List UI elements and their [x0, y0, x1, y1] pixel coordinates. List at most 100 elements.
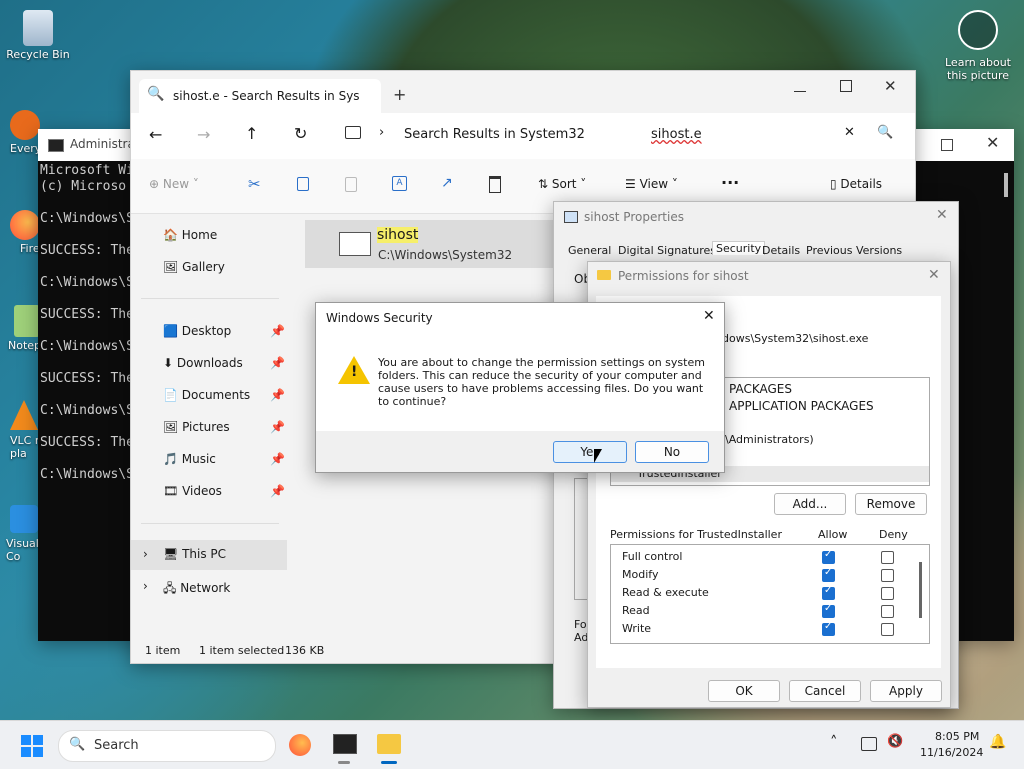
share-icon[interactable]: ↗ — [441, 175, 453, 191]
security-dialog[interactable]: Windows Security ✕ ! You are about to ch… — [315, 302, 725, 473]
allow-checkbox[interactable] — [822, 567, 835, 582]
nav-item-network[interactable]: › 🖧 Network — [131, 572, 287, 602]
nav-item-downloads[interactable]: ⬇ Downloads 📌 — [163, 356, 285, 370]
new-button[interactable]: ⊕ New ˅ — [149, 177, 199, 191]
network-icon[interactable] — [861, 737, 877, 751]
explorer-taskbar-icon[interactable] — [377, 734, 401, 754]
clock-date[interactable]: 11/16/2024 — [920, 746, 983, 759]
allow-checkbox[interactable] — [822, 621, 835, 636]
ok-button[interactable]: OK — [708, 680, 780, 702]
search-icon[interactable]: 🔍 — [877, 125, 893, 140]
deny-checkbox[interactable] — [881, 587, 894, 600]
new-tab-button[interactable]: + — [393, 85, 406, 104]
terminal-taskbar-icon[interactable] — [333, 734, 357, 754]
start-button[interactable] — [21, 735, 43, 757]
remove-button[interactable]: Remove — [855, 493, 927, 515]
cmd-scrollbar[interactable] — [1004, 173, 1008, 197]
view-label: View — [639, 177, 669, 191]
permission-row: Modify — [611, 566, 929, 584]
no-button[interactable]: No — [635, 441, 709, 463]
refresh-button[interactable]: ↻ — [294, 124, 307, 143]
explorer-tab[interactable]: 🔍 sihost.e - Search Results in Sys — [139, 79, 381, 113]
nav-item-music[interactable]: 🎵 Music 📌 — [163, 452, 285, 466]
deny-checkbox[interactable] — [881, 605, 894, 618]
for-label: Fo — [574, 618, 587, 631]
nav-item-this-pc[interactable]: › 🖥 This PC — [131, 540, 287, 570]
details-button[interactable]: ▯ Details — [830, 177, 882, 191]
nav-item-home[interactable]: 🏠 Home — [163, 228, 217, 242]
cancel-button[interactable]: Cancel — [789, 680, 861, 702]
search-input[interactable]: sihost.e — [651, 127, 702, 142]
maximize-icon[interactable] — [941, 139, 953, 151]
nav-label: Desktop — [181, 324, 232, 338]
volume-icon[interactable]: 🔇 — [887, 734, 903, 749]
sort-button[interactable]: ⇅ Sort ˅ — [538, 177, 586, 191]
view-button[interactable]: ☰ View ˅ — [625, 177, 678, 191]
taskbar-search[interactable]: 🔍 Search — [58, 730, 276, 762]
allow-checkbox[interactable] — [822, 585, 835, 600]
perm-header: Permissions for TrustedInstaller — [610, 528, 782, 541]
file-item[interactable]: sihost C:\Windows\System32 — [305, 220, 557, 268]
desktop-icon-visual-studio[interactable]: Visual Co — [0, 505, 40, 563]
close-icon[interactable]: ✕ — [884, 77, 897, 95]
nav-item-videos[interactable]: 🎞 Videos 📌 — [163, 484, 285, 498]
file-path: C:\Windows\System32 — [378, 248, 513, 262]
back-button[interactable]: ← — [149, 125, 162, 144]
close-icon[interactable]: ✕ — [928, 267, 940, 283]
rename-icon[interactable]: A — [392, 176, 407, 191]
firefox-taskbar-icon[interactable] — [289, 734, 311, 756]
up-button[interactable]: ↑ — [245, 124, 258, 143]
details-label: Details — [840, 177, 883, 191]
nav-item-documents[interactable]: 📄 Documents 📌 — [163, 388, 285, 402]
tab-digital-signatures[interactable]: Digital Signatures — [618, 244, 716, 257]
allow-checkbox[interactable] — [822, 603, 835, 618]
nav-item-desktop[interactable]: 🟦 Desktop 📌 — [163, 324, 285, 338]
address-path[interactable]: Search Results in System32 — [404, 127, 585, 142]
close-icon[interactable]: ✕ — [986, 133, 999, 152]
principal-item[interactable]: APPLICATION PACKAGES — [729, 399, 874, 413]
desktop-icon-notepad[interactable]: Notep — [0, 305, 41, 352]
desktop-icon-recycle-bin[interactable]: Recycle Bin — [6, 10, 70, 61]
delete-icon[interactable] — [489, 176, 501, 193]
principal-item[interactable]: \Administrators) — [725, 433, 814, 446]
add-button[interactable]: Add... — [774, 493, 846, 515]
clock-time[interactable]: 8:05 PM — [935, 730, 979, 743]
paste-icon[interactable] — [345, 177, 357, 192]
deny-checkbox[interactable] — [881, 551, 894, 564]
close-icon[interactable]: ✕ — [703, 308, 715, 324]
nav-label: Pictures — [182, 420, 230, 434]
desktop-icon-everything[interactable]: Every — [0, 110, 41, 155]
vlc-icon — [10, 400, 38, 430]
desktop-icon-vlc[interactable]: VLC r pla — [0, 400, 40, 460]
minimize-icon[interactable] — [794, 91, 806, 92]
allow-checkbox[interactable] — [822, 549, 835, 564]
tab-general[interactable]: General — [568, 244, 611, 257]
apply-button[interactable]: Apply — [870, 680, 942, 702]
tab-security[interactable]: Security — [712, 241, 766, 255]
pin-icon: 📌 — [270, 388, 285, 402]
learn-about-picture[interactable]: Learn about this picture — [940, 10, 1016, 82]
principal-item[interactable]: PACKAGES — [729, 382, 792, 396]
more-options-icon[interactable]: ··· — [721, 173, 739, 192]
selected-count: 1 item selected — [199, 644, 285, 657]
nav-label: Home — [181, 228, 218, 242]
tab-details[interactable]: Details — [762, 244, 800, 257]
deny-checkbox[interactable] — [881, 623, 894, 636]
properties-title: sihost Properties — [584, 210, 684, 224]
copy-icon[interactable] — [297, 177, 309, 191]
close-icon[interactable]: ✕ — [936, 207, 948, 223]
taskbar-indicator-active — [381, 761, 397, 764]
forward-button[interactable]: → — [197, 125, 210, 144]
desktop-icon-firefox[interactable]: Fire — [0, 210, 40, 255]
yes-button[interactable]: Yes — [553, 441, 627, 463]
maximize-icon[interactable] — [840, 80, 852, 92]
nav-item-gallery[interactable]: 🖼 Gallery — [163, 260, 225, 274]
clear-search-icon[interactable]: ✕ — [844, 125, 855, 140]
chevron-up-icon[interactable]: ˄ — [830, 733, 838, 751]
notifications-icon[interactable]: 🔔 — [989, 734, 1006, 750]
nav-item-pictures[interactable]: 🖼 Pictures 📌 — [163, 420, 285, 434]
perm-scrollbar[interactable] — [919, 562, 922, 618]
tab-previous-versions[interactable]: Previous Versions — [806, 244, 902, 257]
deny-checkbox[interactable] — [881, 569, 894, 582]
cut-icon[interactable]: ✂ — [248, 175, 261, 193]
